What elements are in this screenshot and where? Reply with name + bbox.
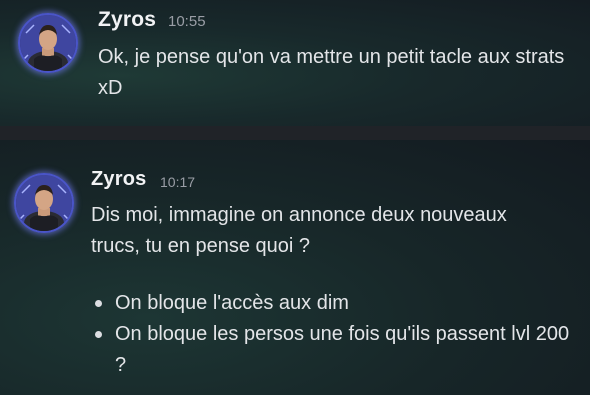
message-username[interactable]: Zyros [98,8,156,32]
message-bullet-list: On bloque l'accès aux dim On bloque les … [91,288,581,381]
message-item[interactable]: Zyros 10:17 Dis moi, immagine on annonce… [0,140,590,395]
message-username[interactable]: Zyros [91,168,146,191]
bullet-item: On bloque l'accès aux dim [91,288,581,319]
avatar-person-icon [20,15,76,71]
message-timestamp: 10:55 [168,13,206,30]
message-divider [0,126,590,140]
bullet-dot-icon [95,331,102,338]
user-avatar[interactable] [14,173,74,233]
message-timestamp: 10:17 [160,174,196,190]
bullet-item: On bloque les persos une fois qu'ils pas… [91,319,581,381]
bullet-text: On bloque l'accès aux dim [115,292,349,314]
message-text: Ok, je pense qu'on va mettre un petit ta… [98,46,565,99]
message-text: Dis moi, immagine on annonce deux nouvea… [91,204,507,257]
chat-view: Zyros 10:55 Ok, je pense qu'on va mettre… [0,0,590,395]
user-avatar[interactable] [18,13,78,73]
message-item[interactable]: Zyros 10:55 Ok, je pense qu'on va mettre… [0,0,590,126]
bullet-dot-icon [95,300,102,307]
bullet-text: On bloque les persos une fois qu'ils pas… [115,323,570,376]
avatar-person-icon [16,175,72,231]
